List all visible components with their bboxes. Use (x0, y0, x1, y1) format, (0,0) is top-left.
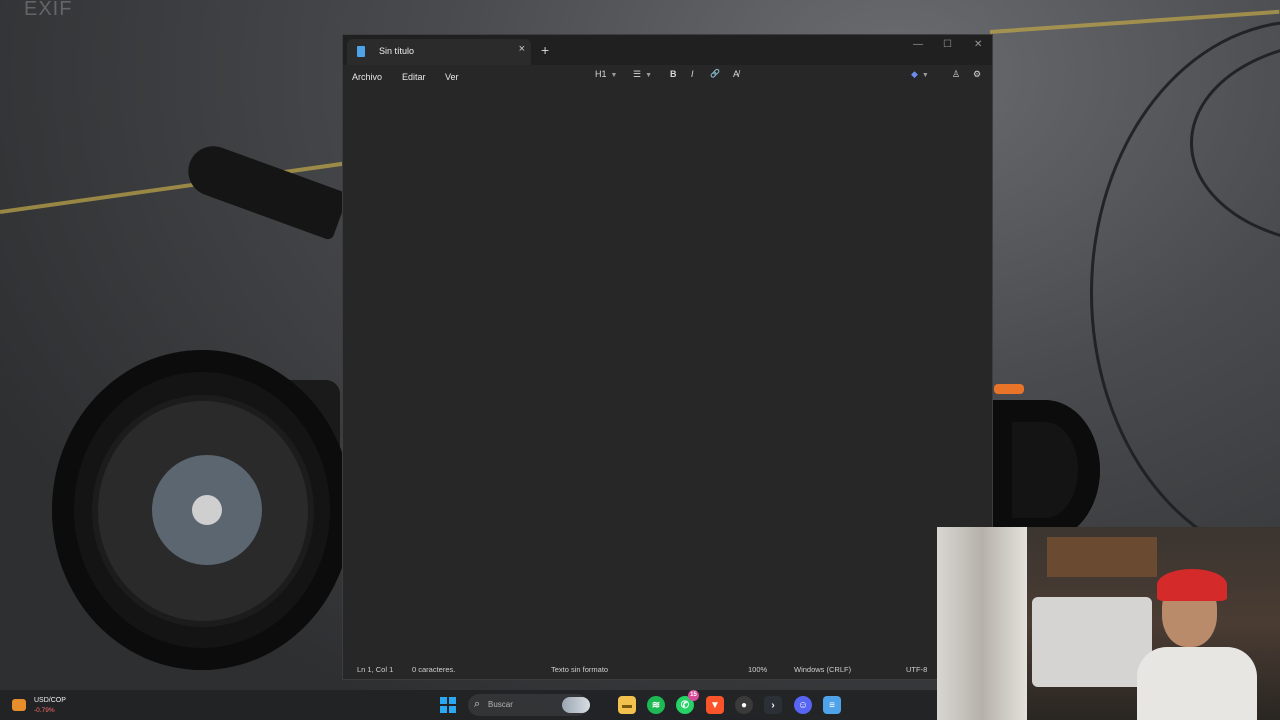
cursor-position: Ln 1, Col 1 (357, 665, 394, 674)
heading-label: H1 (595, 69, 607, 79)
account-icon[interactable]: ♙ (952, 69, 960, 80)
copilot-icon: ◆ (911, 69, 918, 79)
windows-logo-icon (440, 697, 447, 704)
chevron-down-icon: ▼ (645, 72, 653, 79)
spotify-icon[interactable]: ≋ (647, 696, 665, 714)
currency-pair: USD/COP (34, 697, 66, 704)
watermark-text: EXIF (24, 0, 73, 20)
search-icon: ⌕ (474, 698, 481, 710)
brave-browser-icon[interactable]: ▼ (706, 696, 724, 714)
list-icon: ☰ (633, 69, 642, 79)
bold-button[interactable]: B (670, 69, 677, 79)
menu-editar[interactable]: Editar (402, 72, 426, 82)
search-highlight-image (562, 697, 590, 713)
red-cap (1157, 569, 1227, 601)
terminal-icon[interactable]: › (764, 696, 782, 714)
title-bar: Sin título × + — ☐ ✕ (343, 35, 992, 65)
italic-button[interactable]: I (691, 69, 694, 79)
list-dropdown[interactable]: ☰ ▼ (633, 69, 652, 80)
road-marking (989, 9, 1280, 34)
minimize-button[interactable]: — (913, 39, 923, 50)
notepad-window: Sin título × + — ☐ ✕ Archivo Editar Ver … (342, 34, 993, 680)
close-window-button[interactable]: ✕ (974, 39, 982, 50)
webcam-overlay (937, 527, 1280, 720)
webcam-shelf (1047, 537, 1157, 577)
settings-gear-icon[interactable]: ⚙ (973, 69, 981, 80)
copilot-dropdown[interactable]: ◆ ▼ (911, 69, 929, 80)
taskbar-search[interactable]: ⌕ Buscar (468, 694, 590, 716)
menu-bar: Archivo Editar Ver H1 ▼ ☰ ▼ B I 🔗 A̸ ◆ ▼ ♙ … (343, 65, 992, 87)
line-ending[interactable]: Windows (CRLF) (794, 665, 851, 674)
currency-change: -0.79% (34, 707, 55, 714)
whatsapp-icon[interactable]: ✆ 15 (676, 690, 699, 714)
close-tab-icon[interactable]: × (519, 43, 525, 55)
menu-archivo[interactable]: Archivo (352, 72, 382, 82)
notification-badge: 15 (688, 690, 699, 701)
currency-widget[interactable]: USD/COP -0.79% (10, 695, 90, 717)
character-count: 0 caracteres. (412, 665, 456, 674)
motorcycle-wheel (52, 350, 352, 670)
orange-fairing (994, 384, 1024, 394)
file-explorer-icon[interactable]: ▬ (618, 696, 636, 714)
tab-title: Sin título (379, 46, 415, 56)
tab-untitled[interactable]: Sin título × (347, 39, 531, 65)
heading-dropdown[interactable]: H1 ▼ (595, 69, 617, 79)
currency-icon (12, 699, 26, 711)
new-tab-button[interactable]: + (541, 43, 549, 57)
start-button[interactable] (440, 697, 456, 713)
webcam-person (1137, 569, 1257, 720)
menu-ver[interactable]: Ver (445, 72, 459, 82)
motorcycle-tail (181, 139, 349, 241)
motorcycle-wheel-right (990, 400, 1100, 540)
text-format: Texto sin formato (551, 665, 609, 674)
chevron-down-icon: ▼ (921, 72, 929, 79)
chevron-down-icon: ▼ (610, 72, 618, 79)
link-icon[interactable]: 🔗 (710, 69, 720, 78)
encoding[interactable]: UTF-8 (906, 665, 927, 674)
obs-icon[interactable]: ● (735, 696, 753, 714)
zoom-level[interactable]: 100% (748, 665, 767, 674)
search-placeholder: Buscar (488, 700, 513, 709)
notepad-icon (357, 46, 365, 57)
maximize-button[interactable]: ☐ (943, 39, 952, 50)
notepad-taskbar-icon[interactable]: ≡ (823, 696, 841, 714)
text-editor-area[interactable] (343, 87, 992, 659)
webcam-curtain (937, 527, 1027, 720)
status-bar: Ln 1, Col 1 0 caracteres. Texto sin form… (343, 659, 992, 679)
discord-icon[interactable]: ☺ (794, 696, 812, 714)
webcam-bed (1032, 597, 1152, 687)
clear-format-icon[interactable]: A̸ (733, 69, 739, 79)
